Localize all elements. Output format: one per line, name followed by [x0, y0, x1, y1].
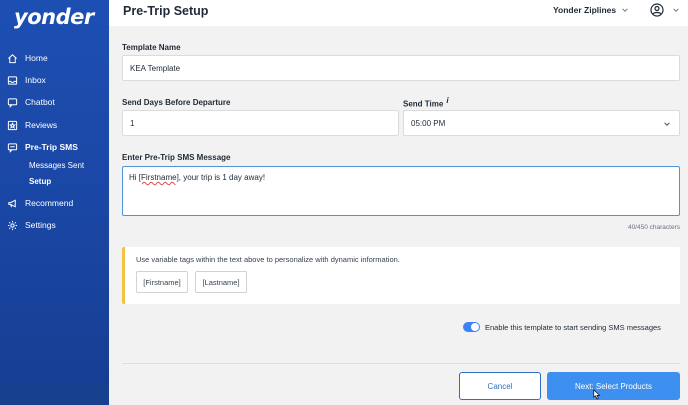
template-name-value: KEA Template	[130, 63, 181, 73]
mouse-cursor-icon	[593, 389, 601, 400]
sidebar-item-label: Inbox	[25, 75, 46, 85]
chevron-down-icon	[622, 8, 628, 12]
character-count: 40/450 characters	[627, 224, 680, 231]
org-name: Yonder Ziplines	[553, 5, 617, 15]
megaphone-icon	[8, 198, 16, 208]
chevron-down-icon	[664, 122, 670, 126]
sidebar-subitem-messages-sent[interactable]: Messages Sent	[29, 161, 84, 170]
sidebar-item-settings[interactable]: Settings	[0, 215, 109, 235]
sidebar-item-chatbot[interactable]: Chatbot	[0, 92, 109, 112]
top-header: Pre-Trip Setup Yonder Ziplines	[109, 0, 688, 26]
yonder-logo[interactable]: yonder	[14, 5, 94, 29]
star-icon	[7, 120, 18, 130]
gear-icon	[7, 220, 18, 230]
template-name-input[interactable]: KEA Template	[122, 55, 680, 81]
chevron-down-icon[interactable]	[672, 6, 680, 14]
chat-icon	[7, 97, 18, 108]
sidebar: yonder Home Inbox Chatbot Reviews Pre-Tr…	[0, 0, 109, 405]
footer-divider	[122, 363, 680, 364]
sidebar-item-inbox[interactable]: Inbox	[0, 70, 109, 90]
enable-template-toggle[interactable]	[463, 322, 480, 332]
sms-icon	[7, 142, 18, 153]
sidebar-item-label: Reviews	[25, 120, 58, 130]
info-icon[interactable]: i	[446, 96, 448, 105]
sms-message-textarea[interactable]: Hi [Firstname], your trip is 1 day away!	[122, 166, 680, 216]
send-time-label: Send Time i	[403, 96, 449, 109]
message-firstname-tag: [Firstname]	[138, 173, 179, 182]
sidebar-item-recommend[interactable]: Recommend	[0, 193, 109, 213]
tag-lastname-button[interactable]: [Lastname]	[195, 271, 247, 293]
main-content: Template Name KEA Template Send Days Bef…	[109, 26, 688, 405]
send-days-input[interactable]: 1	[122, 110, 399, 136]
sidebar-item-reviews[interactable]: Reviews	[0, 115, 109, 135]
sidebar-footer	[0, 385, 109, 405]
user-avatar-icon[interactable]	[650, 3, 664, 17]
template-name-label: Template Name	[122, 43, 181, 52]
toggle-knob	[471, 323, 479, 331]
sms-message-label: Enter Pre-Trip SMS Message	[122, 153, 231, 162]
home-icon	[8, 53, 17, 63]
sidebar-item-pre-trip-sms[interactable]: Pre-Trip SMS	[0, 137, 109, 157]
tag-firstname-button[interactable]: [Firstname]	[136, 271, 188, 293]
sidebar-item-label: Pre-Trip SMS	[25, 142, 78, 152]
sidebar-item-label: Home	[25, 53, 48, 63]
cancel-button[interactable]: Cancel	[459, 372, 541, 400]
send-time-value: 05:00 PM	[411, 118, 446, 128]
send-time-select[interactable]: 05:00 PM	[403, 110, 680, 136]
page-title: Pre-Trip Setup	[123, 4, 209, 18]
sidebar-item-label: Recommend	[25, 198, 74, 208]
variable-tags-hint: Use variable tags within the text above …	[136, 255, 400, 264]
inbox-icon	[7, 75, 18, 85]
sidebar-item-label: Settings	[25, 220, 56, 230]
enable-template-label: Enable this template to start sending SM…	[485, 323, 661, 332]
send-time-label-text: Send Time	[403, 99, 444, 109]
sidebar-item-label: Chatbot	[25, 97, 55, 107]
message-prefix: Hi	[129, 173, 139, 182]
variable-tags-panel: Use variable tags within the text above …	[122, 247, 680, 304]
send-days-value: 1	[130, 118, 135, 128]
sidebar-item-home[interactable]: Home	[0, 48, 109, 68]
message-suffix: , your trip is 1 day away!	[178, 173, 266, 182]
next-select-products-button[interactable]: Next: Select Products	[547, 372, 680, 400]
sidebar-subitem-setup[interactable]: Setup	[29, 177, 51, 186]
send-days-label: Send Days Before Departure	[122, 98, 231, 107]
org-selector[interactable]: Yonder Ziplines	[553, 5, 629, 15]
